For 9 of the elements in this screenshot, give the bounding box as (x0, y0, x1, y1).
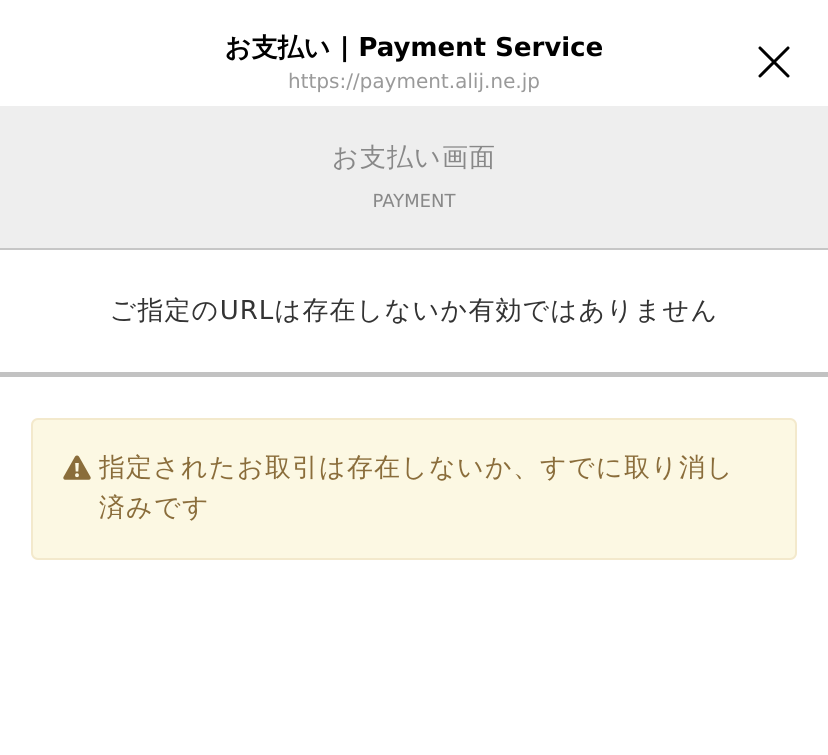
screen-title: お支払い画面 (332, 142, 496, 174)
warning-icon (63, 455, 91, 480)
page-url: https://payment.alij.ne.jp (288, 68, 540, 94)
close-icon (758, 46, 790, 78)
close-button[interactable] (758, 46, 790, 78)
page-title: お支払い | Payment Service (224, 32, 604, 65)
alert-message: 指定されたお取引は存在しないか、すでに取り消し済みです (99, 452, 735, 525)
error-message: ご指定のURLは存在しないか有効ではありません (110, 296, 718, 326)
screen-subtitle: PAYMENT (372, 191, 456, 213)
